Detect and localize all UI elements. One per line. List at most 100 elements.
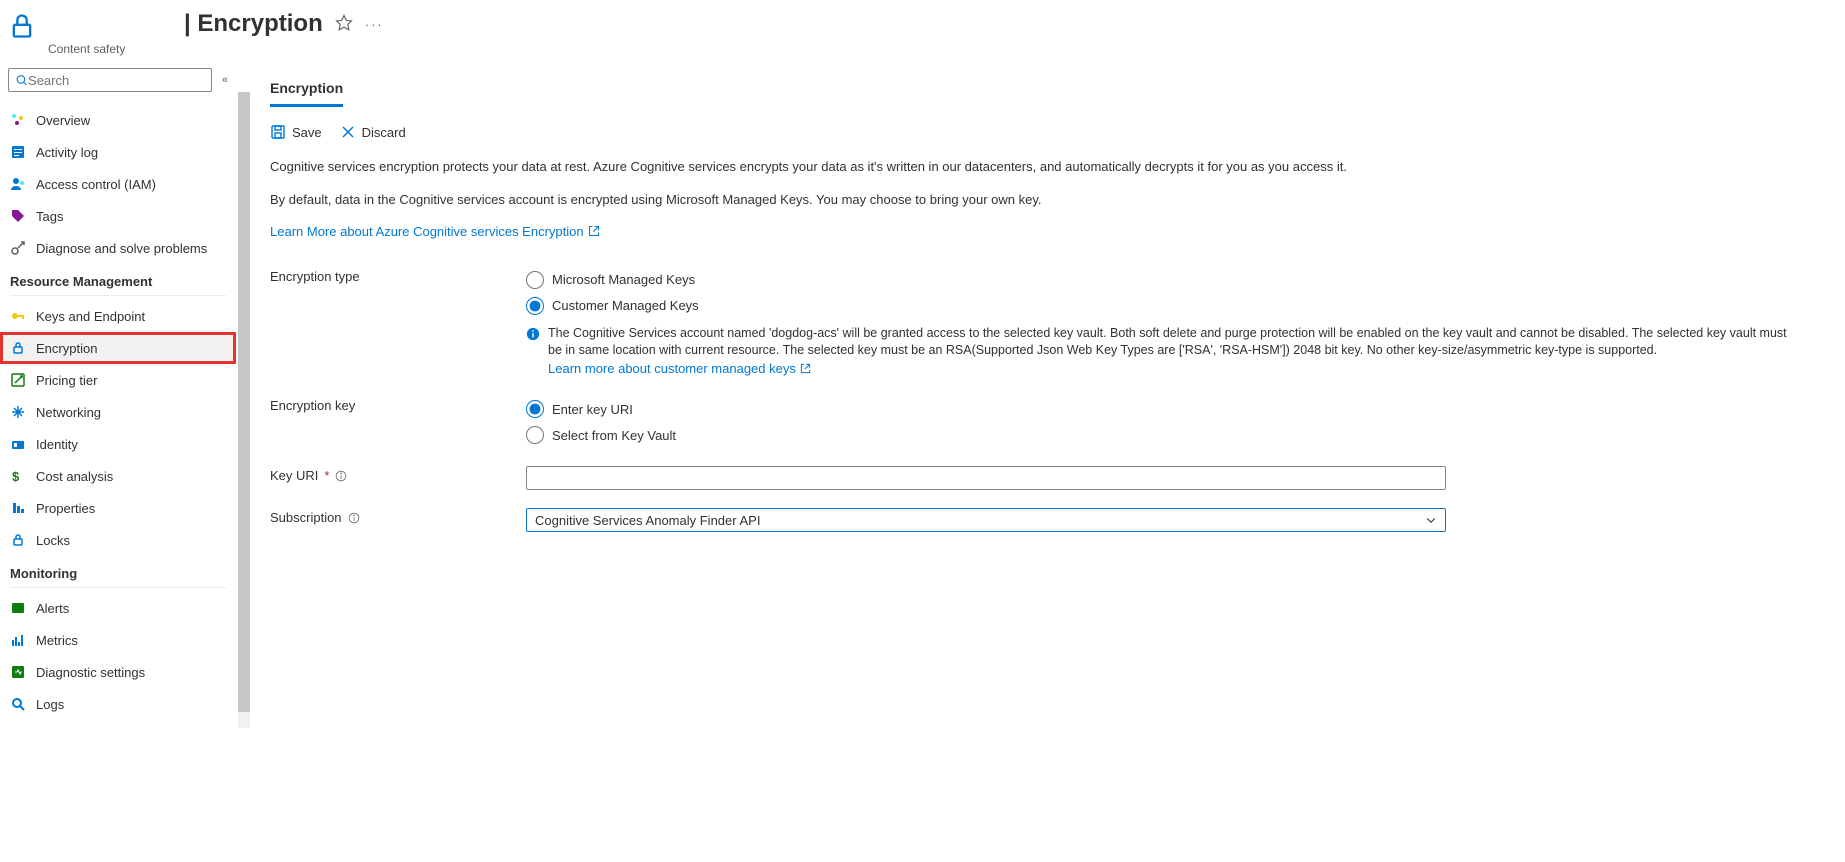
networking-icon — [10, 404, 26, 420]
info-icon — [526, 327, 540, 341]
cost-icon: $ — [10, 468, 26, 484]
sidebar-item-label: Identity — [36, 437, 78, 452]
sidebar-item-label: Diagnose and solve problems — [36, 241, 207, 256]
activity-log-icon — [10, 144, 26, 160]
sidebar-item-properties[interactable]: Properties — [0, 492, 236, 524]
subscription-select[interactable]: Cognitive Services Anomaly Finder API — [526, 508, 1446, 532]
radio-microsoft-managed[interactable]: Microsoft Managed Keys — [526, 267, 1798, 293]
divider — [10, 295, 226, 296]
key-uri-label: Key URI* — [270, 466, 526, 483]
sidebar-item-label: Metrics — [36, 633, 78, 648]
sidebar-item-label: Locks — [36, 533, 70, 548]
pricing-icon — [10, 372, 26, 388]
sidebar-item-metrics[interactable]: Metrics — [0, 624, 236, 656]
radio-select-from-key-vault[interactable]: Select from Key Vault — [526, 422, 1798, 448]
sidebar-item-diagnose[interactable]: Diagnose and solve problems — [0, 232, 236, 264]
metrics-icon — [10, 632, 26, 648]
sidebar-item-label: Diagnostic settings — [36, 665, 145, 680]
save-button[interactable]: Save — [270, 124, 322, 140]
info-outline-icon[interactable] — [335, 470, 347, 482]
more-ellipsis-icon[interactable]: ··· — [365, 17, 384, 32]
sidebar-item-locks[interactable]: Locks — [0, 524, 236, 556]
resource-subtitle: Content safety — [48, 42, 384, 56]
cmk-info-box: The Cognitive Services account named 'do… — [526, 325, 1798, 379]
sidebar-group-title: Monitoring — [0, 556, 236, 585]
description-text: By default, data in the Cognitive servic… — [270, 191, 1798, 210]
locks-icon — [10, 532, 26, 548]
sidebar-item-label: Tags — [36, 209, 63, 224]
sidebar-item-encryption[interactable]: Encryption — [0, 332, 236, 364]
description-text: Cognitive services encryption protects y… — [270, 158, 1798, 177]
sidebar-item-label: Logs — [36, 697, 64, 712]
sidebar-item-overview[interactable]: Overview — [0, 104, 236, 136]
page-title: | Encryption — [184, 10, 323, 38]
access-control-icon — [10, 176, 26, 192]
select-value: Cognitive Services Anomaly Finder API — [535, 513, 760, 528]
sidebar-item-keys-endpoint[interactable]: Keys and Endpoint — [0, 300, 236, 332]
tags-icon — [10, 208, 26, 224]
alerts-icon — [10, 600, 26, 616]
key-icon — [10, 308, 26, 324]
svg-text:$: $ — [12, 469, 20, 484]
diagnostic-icon — [10, 664, 26, 680]
properties-icon — [10, 500, 26, 516]
main-content: Encryption Save Discard Cognitive servic… — [270, 56, 1830, 728]
radio-label: Microsoft Managed Keys — [552, 272, 695, 287]
sidebar-item-diagnostic-settings[interactable]: Diagnostic settings — [0, 656, 236, 688]
learn-more-link[interactable]: Learn More about Azure Cognitive service… — [270, 224, 600, 239]
lock-icon — [10, 340, 26, 356]
cmk-info-text: The Cognitive Services account named 'do… — [548, 326, 1787, 358]
radio-customer-managed[interactable]: Customer Managed Keys — [526, 293, 1798, 319]
subscription-label: Subscription — [270, 508, 526, 525]
radio-label: Customer Managed Keys — [552, 298, 699, 313]
sidebar-item-label: Activity log — [36, 145, 98, 160]
sidebar-group-title: Resource Management — [0, 264, 236, 293]
sidebar-item-label: Keys and Endpoint — [36, 309, 145, 324]
encryption-key-label: Encryption key — [270, 396, 526, 413]
divider — [10, 587, 226, 588]
sidebar-item-activity-log[interactable]: Activity log — [0, 136, 236, 168]
collapse-sidebar-icon[interactable]: « — [222, 74, 228, 86]
sidebar-item-alerts[interactable]: Alerts — [0, 592, 236, 624]
sidebar-item-label: Properties — [36, 501, 95, 516]
sidebar-item-networking[interactable]: Networking — [0, 396, 236, 428]
key-uri-input[interactable] — [526, 466, 1446, 490]
sidebar-search-input[interactable] — [8, 68, 212, 92]
search-icon — [15, 73, 28, 87]
external-link-icon — [588, 225, 600, 237]
external-link-icon — [800, 363, 811, 374]
cmk-learn-more-link[interactable]: Learn more about customer managed keys — [548, 360, 811, 378]
sidebar-item-tags[interactable]: Tags — [0, 200, 236, 232]
overview-icon — [10, 112, 26, 128]
discard-button-label: Discard — [362, 125, 406, 140]
tab-encryption[interactable]: Encryption — [270, 76, 343, 107]
close-icon — [340, 124, 356, 140]
radio-enter-key-uri[interactable]: Enter key URI — [526, 396, 1798, 422]
sidebar-item-label: Overview — [36, 113, 90, 128]
resource-lock-icon — [8, 12, 36, 40]
identity-icon — [10, 436, 26, 452]
sidebar-item-cost-analysis[interactable]: $ Cost analysis — [0, 460, 236, 492]
save-button-label: Save — [292, 125, 322, 140]
sidebar-item-pricing-tier[interactable]: Pricing tier — [0, 364, 236, 396]
sidebar-item-access-control[interactable]: Access control (IAM) — [0, 168, 236, 200]
radio-label: Select from Key Vault — [552, 428, 676, 443]
sidebar-item-identity[interactable]: Identity — [0, 428, 236, 460]
sidebar-item-label: Alerts — [36, 601, 69, 616]
logs-icon — [10, 696, 26, 712]
diagnose-icon — [10, 240, 26, 256]
sidebar: « Overview Activity log Access control (… — [0, 56, 236, 728]
encryption-type-label: Encryption type — [270, 267, 526, 284]
scrollbar[interactable]: ▲ — [236, 56, 252, 728]
save-icon — [270, 124, 286, 140]
sidebar-item-label: Pricing tier — [36, 373, 97, 388]
favorite-star-icon[interactable] — [335, 14, 353, 35]
sidebar-item-logs[interactable]: Logs — [0, 688, 236, 720]
sidebar-item-label: Access control (IAM) — [36, 177, 156, 192]
sidebar-item-label: Networking — [36, 405, 101, 420]
discard-button[interactable]: Discard — [340, 124, 406, 140]
sidebar-item-label: Encryption — [36, 341, 97, 356]
sidebar-item-label: Cost analysis — [36, 469, 113, 484]
info-outline-icon[interactable] — [348, 512, 360, 524]
chevron-down-icon — [1425, 514, 1437, 526]
